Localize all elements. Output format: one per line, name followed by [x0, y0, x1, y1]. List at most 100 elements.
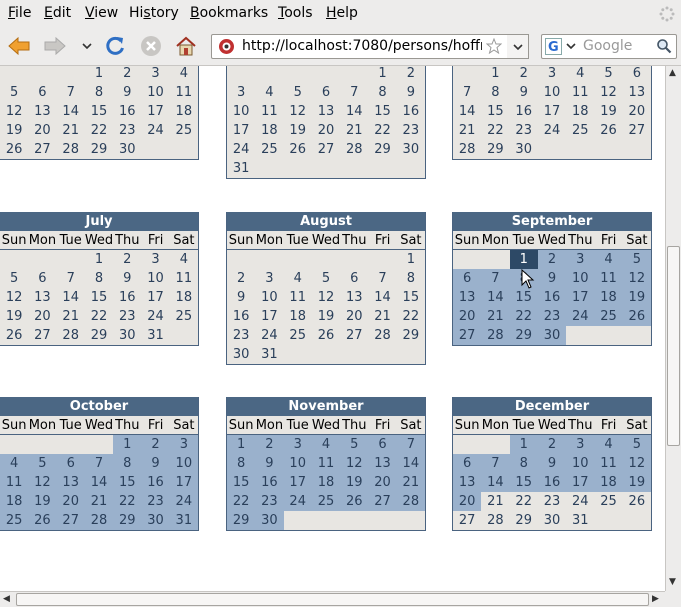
day-cell[interactable]: 11 — [0, 473, 29, 492]
url-history-dropdown[interactable] — [507, 34, 529, 59]
day-cell[interactable]: 24 — [141, 307, 169, 326]
day-cell[interactable]: 26 — [28, 511, 57, 530]
day-cell[interactable]: 31 — [169, 511, 198, 530]
day-cell[interactable]: 26 — [0, 140, 28, 159]
day-cell[interactable]: 25 — [594, 492, 622, 511]
day-cell[interactable]: 9 — [537, 454, 567, 473]
day-cell[interactable]: 19 — [622, 288, 651, 307]
day-cell[interactable]: 18 — [170, 102, 198, 121]
day-cell[interactable]: 16 — [537, 473, 567, 492]
day-cell[interactable]: 8 — [509, 454, 538, 473]
day-cell[interactable]: 20 — [56, 492, 85, 511]
day-cell[interactable]: 14 — [57, 102, 85, 121]
day-cell[interactable]: 7 — [84, 454, 114, 473]
day-cell[interactable]: 26 — [0, 326, 28, 345]
day-cell[interactable]: 24 — [169, 492, 198, 511]
day-cell[interactable]: 20 — [623, 102, 651, 121]
day-cell[interactable]: 4 — [311, 435, 341, 454]
day-cell[interactable]: 23 — [255, 492, 284, 511]
day-cell[interactable]: 27 — [623, 121, 651, 140]
day-cell[interactable]: 20 — [453, 307, 482, 326]
day-cell[interactable]: 24 — [255, 326, 283, 345]
day-cell[interactable]: 11 — [284, 288, 312, 307]
day-cell[interactable]: 16 — [537, 288, 567, 307]
day-cell[interactable]: 24 — [141, 121, 169, 140]
menu-history[interactable]: History — [129, 5, 179, 21]
day-cell[interactable]: 27 — [56, 511, 85, 530]
day-cell[interactable]: 4 — [170, 250, 198, 269]
day-cell[interactable]: 8 — [509, 269, 538, 288]
day-cell[interactable]: 15 — [85, 102, 113, 121]
day-cell[interactable]: 29 — [113, 511, 142, 530]
day-cell[interactable]: 24 — [227, 140, 255, 159]
day-cell[interactable]: 13 — [312, 102, 340, 121]
day-cell[interactable]: 6 — [453, 269, 482, 288]
day-cell[interactable]: 3 — [169, 435, 198, 454]
day-cell[interactable]: 5 — [622, 250, 651, 269]
day-cell[interactable]: 29 — [510, 511, 538, 530]
day-cell[interactable]: 30 — [113, 140, 141, 159]
day-cell[interactable]: 2 — [397, 66, 425, 83]
day-cell[interactable]: 27 — [368, 492, 397, 511]
search-input[interactable]: Google — [583, 38, 632, 54]
search-bar[interactable]: G Google — [541, 34, 677, 59]
day-cell[interactable]: 12 — [28, 473, 57, 492]
day-cell[interactable]: 1 — [509, 435, 538, 454]
day-cell[interactable]: 14 — [481, 473, 510, 492]
day-cell[interactable]: 2 — [141, 435, 170, 454]
day-cell[interactable]: 22 — [368, 121, 396, 140]
day-cell[interactable]: 24 — [283, 492, 312, 511]
day-cell[interactable]: 6 — [28, 83, 56, 102]
day-cell[interactable]: 23 — [538, 492, 566, 511]
back-button[interactable] — [6, 33, 32, 59]
day-cell[interactable]: 25 — [284, 326, 312, 345]
day-cell[interactable]: 20 — [312, 121, 340, 140]
day-cell[interactable]: 25 — [566, 121, 594, 140]
day-cell[interactable]: 31 — [566, 511, 594, 530]
day-cell[interactable]: 3 — [566, 250, 595, 269]
day-cell[interactable]: 14 — [84, 473, 114, 492]
day-cell[interactable]: 4 — [0, 454, 29, 473]
day-cell[interactable]: 6 — [312, 83, 340, 102]
day-cell[interactable]: 15 — [85, 288, 113, 307]
day-cell[interactable]: 25 — [594, 307, 623, 326]
day-cell[interactable]: 15 — [227, 473, 256, 492]
day-cell[interactable]: 11 — [255, 102, 283, 121]
day-cell[interactable]: 4 — [284, 269, 312, 288]
day-cell[interactable]: 16 — [227, 307, 255, 326]
day-cell[interactable]: 14 — [57, 288, 85, 307]
day-cell[interactable]: 3 — [255, 269, 283, 288]
day-cell[interactable]: 2 — [537, 250, 567, 269]
day-cell[interactable]: 27 — [340, 326, 368, 345]
day-cell[interactable]: 18 — [255, 121, 283, 140]
stop-button[interactable] — [138, 33, 164, 59]
day-cell[interactable]: 8 — [113, 454, 142, 473]
day-cell[interactable]: 2 — [113, 250, 141, 269]
day-cell[interactable]: 25 — [170, 307, 198, 326]
day-cell[interactable]: 18 — [566, 102, 594, 121]
day-cell[interactable]: 3 — [141, 66, 169, 83]
day-cell[interactable]: 10 — [141, 83, 169, 102]
day-cell[interactable]: 3 — [538, 66, 566, 83]
day-cell[interactable]: 22 — [113, 492, 142, 511]
menu-view[interactable]: View — [85, 5, 118, 21]
day-cell[interactable]: 27 — [28, 140, 56, 159]
day-cell[interactable]: 9 — [113, 83, 141, 102]
day-cell[interactable]: 2 — [113, 66, 141, 83]
day-cell[interactable]: 22 — [397, 307, 425, 326]
day-cell[interactable]: 31 — [255, 345, 283, 364]
day-cell[interactable]: 29 — [85, 326, 113, 345]
day-cell[interactable]: 13 — [368, 454, 397, 473]
day-cell[interactable]: 20 — [368, 473, 397, 492]
day-cell[interactable]: 23 — [113, 121, 141, 140]
day-cell[interactable]: 1 — [368, 66, 396, 83]
day-cell[interactable]: 2 — [255, 435, 284, 454]
day-cell[interactable]: 21 — [481, 307, 510, 326]
day-cell[interactable]: 13 — [56, 473, 85, 492]
scroll-left-arrow-icon[interactable]: ◀ — [3, 594, 10, 604]
day-cell[interactable]: 3 — [227, 83, 255, 102]
day-cell[interactable]: 31 — [227, 159, 255, 178]
day-cell[interactable]: 13 — [623, 83, 651, 102]
menu-edit[interactable]: Edit — [44, 5, 71, 21]
day-cell[interactable]: 26 — [284, 140, 312, 159]
